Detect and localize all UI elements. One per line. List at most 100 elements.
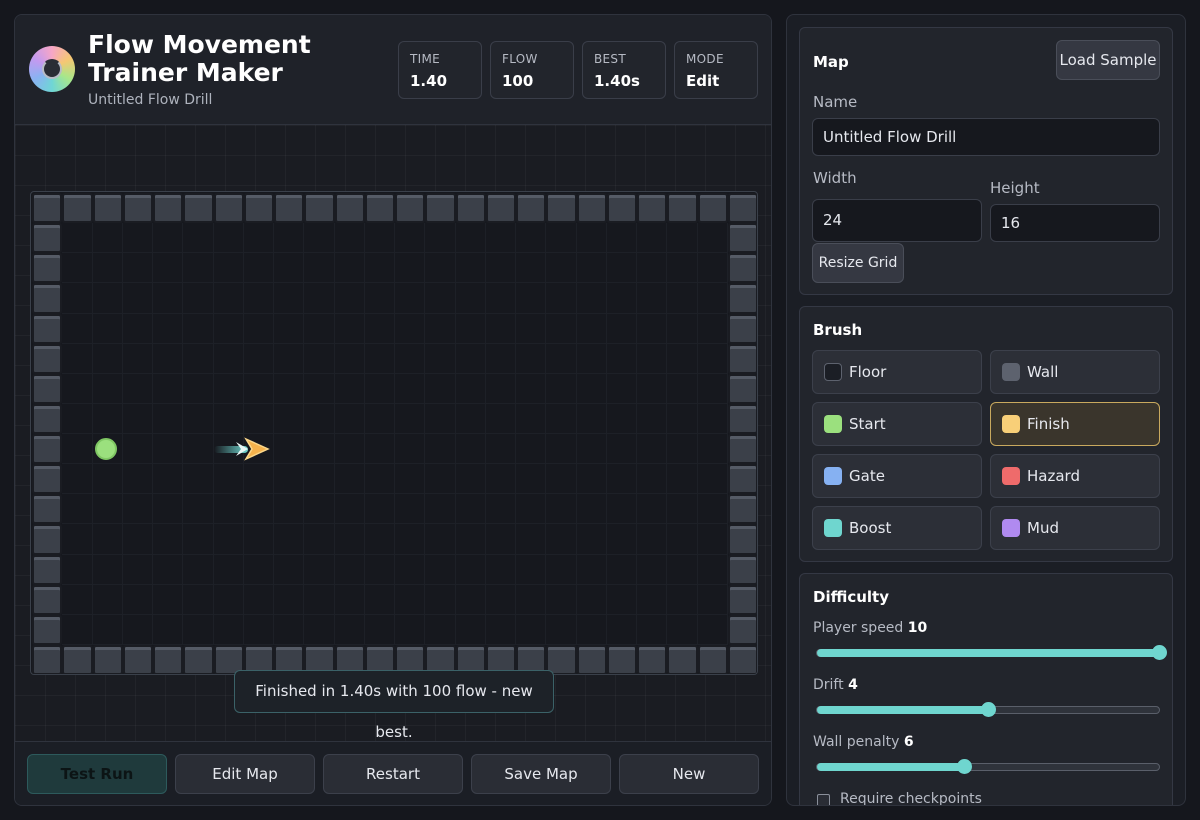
floor-tile[interactable] [92, 343, 123, 374]
floor-tile[interactable] [334, 253, 365, 284]
floor-tile[interactable] [274, 434, 305, 465]
floor-tile[interactable] [546, 283, 577, 314]
floor-tile[interactable] [395, 494, 426, 525]
floor-tile[interactable] [546, 554, 577, 585]
brush-start-button[interactable]: Start [812, 402, 982, 446]
floor-tile[interactable] [243, 343, 274, 374]
floor-tile[interactable] [455, 554, 486, 585]
floor-tile[interactable] [516, 253, 547, 284]
floor-tile[interactable] [667, 554, 698, 585]
floor-tile[interactable] [243, 524, 274, 555]
floor-tile[interactable] [92, 223, 123, 254]
floor-tile[interactable] [667, 464, 698, 495]
floor-tile[interactable] [667, 494, 698, 525]
floor-tile[interactable] [637, 464, 668, 495]
slider-track[interactable] [816, 759, 1160, 774]
floor-tile[interactable] [516, 494, 547, 525]
width-input[interactable]: 24 [812, 199, 982, 242]
wall-tile[interactable] [727, 313, 757, 344]
floor-tile[interactable] [637, 554, 668, 585]
floor-tile[interactable] [62, 283, 93, 314]
floor-tile[interactable] [183, 554, 214, 585]
floor-tile[interactable] [485, 223, 516, 254]
wall-tile[interactable] [32, 524, 63, 555]
floor-tile[interactable] [485, 494, 516, 525]
floor-tile[interactable] [606, 403, 637, 434]
grid-cells[interactable] [32, 193, 757, 674]
floor-tile[interactable] [122, 403, 153, 434]
floor-tile[interactable] [213, 223, 244, 254]
floor-tile[interactable] [395, 313, 426, 344]
floor-tile[interactable] [243, 223, 274, 254]
wall-tile[interactable] [727, 223, 757, 254]
floor-tile[interactable] [243, 283, 274, 314]
floor-tile[interactable] [364, 253, 395, 284]
floor-tile[interactable] [425, 283, 456, 314]
floor-tile[interactable] [62, 584, 93, 615]
floor-tile[interactable] [243, 614, 274, 645]
floor-tile[interactable] [183, 343, 214, 374]
floor-tile[interactable] [576, 524, 607, 555]
floor-tile[interactable] [213, 554, 244, 585]
floor-tile[interactable] [62, 614, 93, 645]
wall-tile[interactable] [32, 554, 63, 585]
floor-tile[interactable] [606, 253, 637, 284]
floor-tile[interactable] [395, 464, 426, 495]
floor-tile[interactable] [304, 524, 335, 555]
wall-tile[interactable] [32, 313, 63, 344]
wall-tile[interactable] [32, 584, 63, 615]
floor-tile[interactable] [606, 494, 637, 525]
floor-tile[interactable] [213, 373, 244, 404]
floor-tile[interactable] [183, 373, 214, 404]
wall-tile[interactable] [727, 464, 757, 495]
floor-tile[interactable] [425, 554, 456, 585]
wall-tile[interactable] [122, 193, 153, 224]
wall-tile[interactable] [32, 614, 63, 645]
floor-tile[interactable] [667, 403, 698, 434]
floor-tile[interactable] [516, 554, 547, 585]
floor-tile[interactable] [243, 403, 274, 434]
floor-tile[interactable] [425, 434, 456, 465]
floor-tile[interactable] [637, 313, 668, 344]
wall-tile[interactable] [304, 193, 335, 224]
floor-tile[interactable] [697, 373, 728, 404]
floor-tile[interactable] [213, 403, 244, 434]
floor-tile[interactable] [243, 464, 274, 495]
floor-tile[interactable] [455, 524, 486, 555]
floor-tile[interactable] [576, 434, 607, 465]
floor-tile[interactable] [546, 403, 577, 434]
wall-tile[interactable] [32, 434, 63, 465]
floor-tile[interactable] [334, 223, 365, 254]
require-checkpoints-checkbox[interactable] [817, 794, 830, 805]
floor-tile[interactable] [364, 313, 395, 344]
floor-tile[interactable] [92, 373, 123, 404]
floor-tile[interactable] [183, 253, 214, 284]
floor-tile[interactable] [183, 434, 214, 465]
floor-tile[interactable] [667, 434, 698, 465]
wall-tile[interactable] [32, 193, 63, 224]
floor-tile[interactable] [243, 584, 274, 615]
floor-tile[interactable] [153, 283, 184, 314]
floor-tile[interactable] [637, 584, 668, 615]
floor-tile[interactable] [334, 373, 365, 404]
wall-tile[interactable] [62, 193, 93, 224]
floor-tile[interactable] [243, 494, 274, 525]
floor-tile[interactable] [697, 434, 728, 465]
wall-tile[interactable] [727, 584, 757, 615]
floor-tile[interactable] [92, 313, 123, 344]
floor-tile[interactable] [213, 253, 244, 284]
floor-tile[interactable] [395, 223, 426, 254]
floor-tile[interactable] [697, 283, 728, 314]
floor-tile[interactable] [334, 524, 365, 555]
floor-tile[interactable] [92, 584, 123, 615]
floor-tile[interactable] [274, 373, 305, 404]
floor-tile[interactable] [62, 223, 93, 254]
test-run-button[interactable]: Test Run [27, 754, 167, 794]
wall-tile[interactable] [727, 614, 757, 645]
floor-tile[interactable] [395, 614, 426, 645]
floor-tile[interactable] [425, 373, 456, 404]
floor-tile[interactable] [485, 614, 516, 645]
floor-tile[interactable] [485, 584, 516, 615]
floor-tile[interactable] [395, 524, 426, 555]
save-map-button[interactable]: Save Map [471, 754, 611, 794]
